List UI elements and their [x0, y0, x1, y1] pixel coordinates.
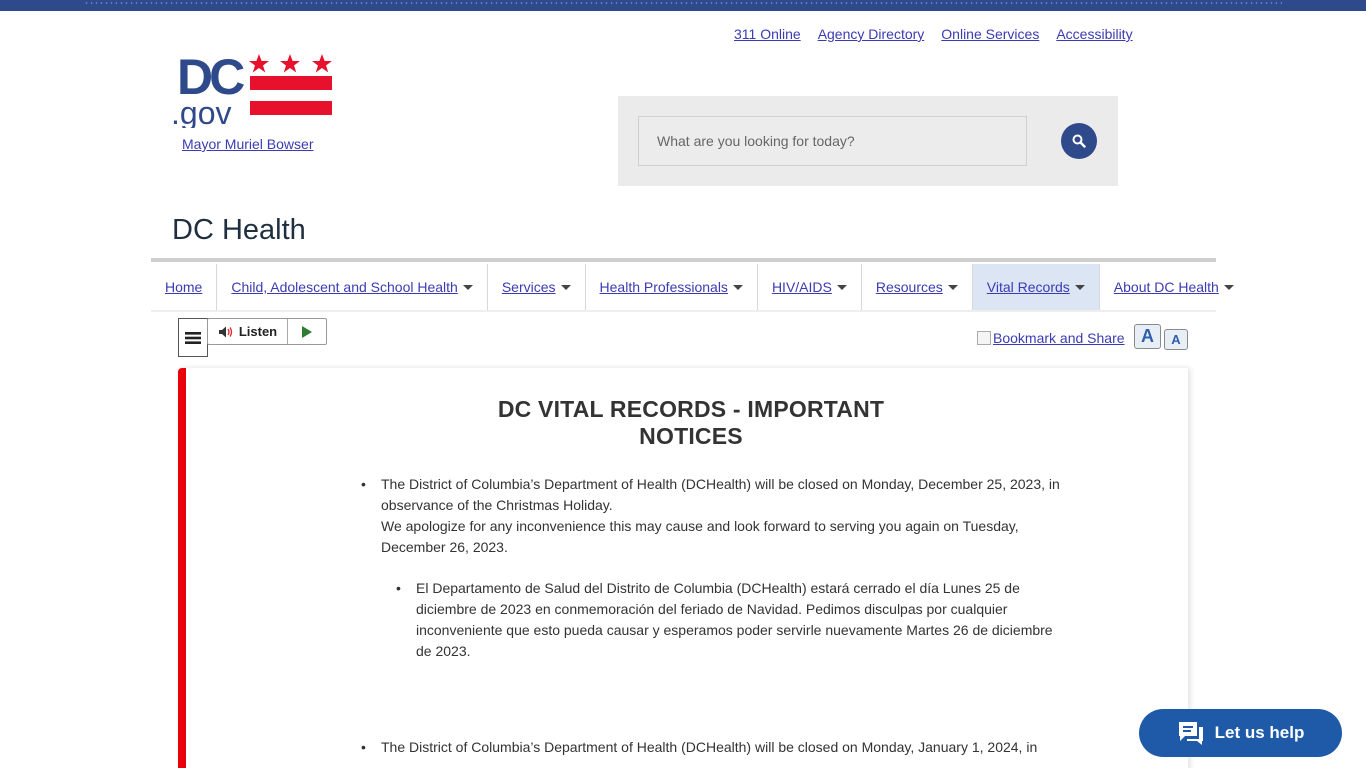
site-title: DC Health	[172, 214, 306, 246]
bookmark-share-label: Bookmark and Share	[993, 330, 1125, 346]
notice-title: DC VITAL RECORDS - IMPORTANT NOTICES	[497, 396, 885, 449]
dc-gov-logo[interactable]: DC .gov	[171, 49, 336, 131]
chevron-down-icon[interactable]	[732, 284, 743, 290]
utility-link-accessibility[interactable]: Accessibility	[1056, 26, 1132, 42]
chevron-down-icon[interactable]	[462, 284, 473, 290]
notices-list: • The District of Columbia’s Department …	[361, 474, 1061, 758]
logo-stripe-top	[250, 76, 332, 90]
listen-play-button[interactable]	[288, 319, 326, 344]
chevron-down-icon[interactable]	[947, 284, 958, 290]
nav-link-resources[interactable]: Resources	[876, 279, 943, 295]
notice1-apology: We apologize for any inconvenience this …	[381, 518, 1019, 555]
utility-nav: 311 Online Agency Directory Online Servi…	[734, 26, 1133, 42]
logo-gov-text: .gov	[171, 95, 231, 128]
broken-image-icon	[977, 331, 991, 345]
chevron-down-icon[interactable]	[1223, 284, 1234, 290]
bullet-icon: •	[361, 739, 366, 755]
nav-link-about-dc-health[interactable]: About DC Health	[1114, 279, 1219, 295]
logo-stripe-bottom	[250, 101, 332, 115]
chevron-down-icon[interactable]	[1074, 284, 1085, 290]
nav-item-services[interactable]: Services	[488, 264, 586, 310]
list-item: • El Departamento de Salud del Distrito …	[396, 578, 1061, 662]
nav-item-about-dc-health[interactable]: About DC Health	[1100, 264, 1248, 310]
nav-link-vital-records[interactable]: Vital Records	[987, 279, 1070, 295]
readspeaker-menu-button[interactable]	[178, 318, 208, 357]
chevron-down-icon[interactable]	[836, 284, 847, 290]
listen-button[interactable]: Listen	[208, 319, 288, 344]
nav-item-home[interactable]: Home	[151, 264, 218, 310]
content-card: DC VITAL RECORDS - IMPORTANT NOTICES • T…	[178, 368, 1188, 768]
nav-link-hiv-aids[interactable]: HIV/AIDS	[772, 279, 832, 295]
utility-link-online-services[interactable]: Online Services	[941, 26, 1039, 42]
notice1-spanish-text: El Departamento de Salud del Distrito de…	[416, 580, 1053, 659]
notice1-text: The District of Columbia’s Department of…	[381, 476, 1060, 513]
bullet-icon: •	[396, 580, 401, 596]
nav-item-hiv-aids[interactable]: HIV/AIDS	[758, 264, 862, 310]
logo-stars	[249, 54, 332, 73]
bookmark-share-link[interactable]: Bookmark and Share	[977, 330, 1125, 346]
mayor-link[interactable]: Mayor Muriel Bowser	[182, 136, 313, 152]
search-button[interactable]	[1061, 123, 1097, 159]
dc-gov-logo-graphic: DC .gov	[171, 49, 332, 131]
title-divider	[151, 258, 1216, 262]
bullet-icon: •	[361, 476, 366, 492]
speaker-icon	[218, 326, 233, 337]
list-item: • The District of Columbia’s Department …	[361, 737, 1061, 758]
nav-item-health-professionals[interactable]: Health Professionals	[586, 264, 758, 310]
font-increase-button[interactable]: A	[1134, 324, 1161, 349]
search-input[interactable]	[638, 116, 1027, 166]
listen-label: Listen	[238, 324, 278, 339]
nav-link-home[interactable]: Home	[165, 279, 202, 295]
nav-link-child-adolescent-school-health[interactable]: Child, Adolescent and School Health	[231, 279, 457, 295]
search-icon	[1072, 134, 1086, 148]
hamburger-icon	[185, 331, 201, 344]
font-decrease-button[interactable]: A	[1164, 329, 1188, 350]
chat-help-button[interactable]: Let us help	[1139, 709, 1342, 757]
chat-label: Let us help	[1214, 723, 1305, 742]
nav-link-health-professionals[interactable]: Health Professionals	[600, 279, 728, 295]
list-item: • The District of Columbia’s Department …	[361, 474, 1061, 558]
chevron-down-icon[interactable]	[560, 284, 571, 290]
nav-item-vital-records[interactable]: Vital Records	[972, 264, 1100, 310]
utility-link-311-online[interactable]: 311 Online	[734, 26, 801, 42]
notice2-text: The District of Columbia’s Department of…	[381, 739, 1038, 755]
listen-widget: Listen	[207, 318, 327, 345]
utility-link-agency-directory[interactable]: Agency Directory	[818, 26, 925, 42]
banner-dots	[84, 2, 1282, 4]
main-nav: Home Child, Adolescent and School Health…	[151, 264, 1234, 312]
chat-icon	[1178, 722, 1203, 745]
play-icon	[302, 325, 312, 338]
nav-link-services[interactable]: Services	[502, 279, 556, 295]
top-banner-bar	[0, 0, 1366, 11]
search-box	[618, 96, 1118, 186]
nav-item-resources[interactable]: Resources	[862, 264, 973, 310]
nav-item-child-adolescent-school-health[interactable]: Child, Adolescent and School Health	[217, 264, 488, 310]
